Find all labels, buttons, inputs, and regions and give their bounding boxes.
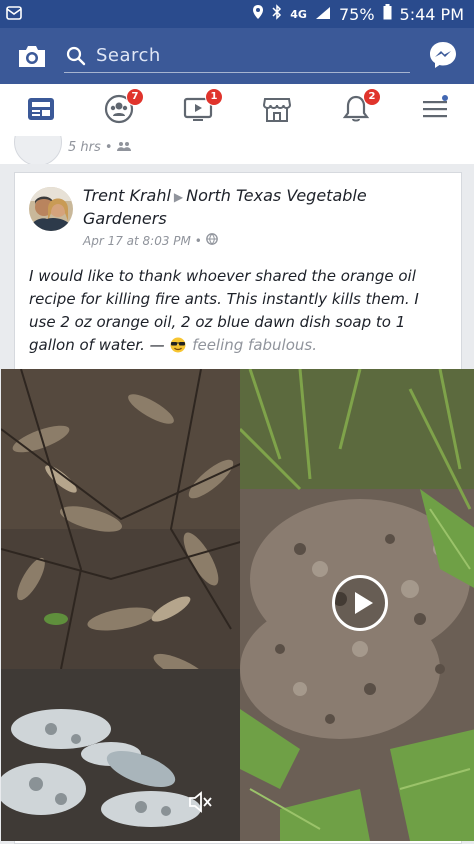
- messenger-icon[interactable]: [428, 40, 458, 70]
- post-body: I would like to thank whoever shared the…: [29, 265, 449, 357]
- post-time: 5 hrs •: [68, 140, 113, 155]
- status-bar: 4G 75% 5:44 PM: [0, 0, 474, 28]
- tab-marketplace[interactable]: [262, 94, 292, 124]
- tab-menu[interactable]: [420, 94, 450, 124]
- mute-icon[interactable]: [187, 789, 213, 815]
- post-header: Trent Krahl ▶ North Texas Vegetable Garden…: [83, 185, 443, 230]
- avatar: [14, 136, 62, 164]
- network-label: 4G: [290, 7, 307, 21]
- leaves-photo-icon: [1, 369, 251, 841]
- search-placeholder: Search: [96, 45, 161, 66]
- news-feed-icon: [28, 98, 54, 120]
- clock: 5:44 PM: [399, 4, 464, 24]
- tab-watch[interactable]: 1: [183, 88, 223, 124]
- battery-icon: [383, 4, 392, 24]
- previous-post-time: 5 hrs •: [68, 140, 131, 155]
- profile-photo-icon: [29, 187, 73, 231]
- search-input[interactable]: Search: [64, 42, 410, 73]
- sunglasses-emoji-icon: [169, 336, 187, 354]
- author-name[interactable]: Trent Krahl: [83, 186, 171, 205]
- app-bar: Search: [0, 28, 474, 84]
- post-meta: Apr 17 at 8:03 PM •: [83, 233, 218, 248]
- camera-icon[interactable]: [16, 40, 48, 72]
- groups-badge: 7: [126, 88, 144, 106]
- notifications-badge: 2: [363, 88, 381, 106]
- tab-news-feed[interactable]: [26, 94, 56, 124]
- bluetooth-icon: [272, 4, 282, 24]
- previous-post-stub: 5 hrs •: [0, 136, 474, 164]
- hamburger-icon: [423, 95, 448, 118]
- watch-badge: 1: [205, 88, 223, 106]
- tab-groups[interactable]: 7: [104, 88, 144, 124]
- location-icon: [252, 4, 264, 24]
- post-timestamp[interactable]: Apr 17 at 8:03 PM •: [83, 234, 202, 248]
- globe-icon: [205, 233, 218, 245]
- play-button[interactable]: [332, 575, 388, 631]
- tab-notifications[interactable]: 2: [341, 88, 381, 124]
- post-photo[interactable]: [1, 369, 251, 841]
- tab-bar: 7 1 2: [0, 84, 474, 137]
- signal-icon: [315, 5, 331, 24]
- feeling-text[interactable]: feeling fabulous.: [192, 336, 317, 354]
- notification-icon: [6, 4, 22, 26]
- search-icon: [66, 46, 86, 66]
- marketplace-icon: [262, 98, 292, 122]
- battery-percent: 75%: [338, 4, 375, 24]
- post-video[interactable]: [240, 369, 474, 841]
- author-avatar[interactable]: [29, 187, 73, 231]
- post-card: Trent Krahl ▶ North Texas Vegetable Garden…: [1, 172, 474, 844]
- arrow-right-icon: ▶: [173, 190, 184, 204]
- friends-icon: [116, 142, 131, 151]
